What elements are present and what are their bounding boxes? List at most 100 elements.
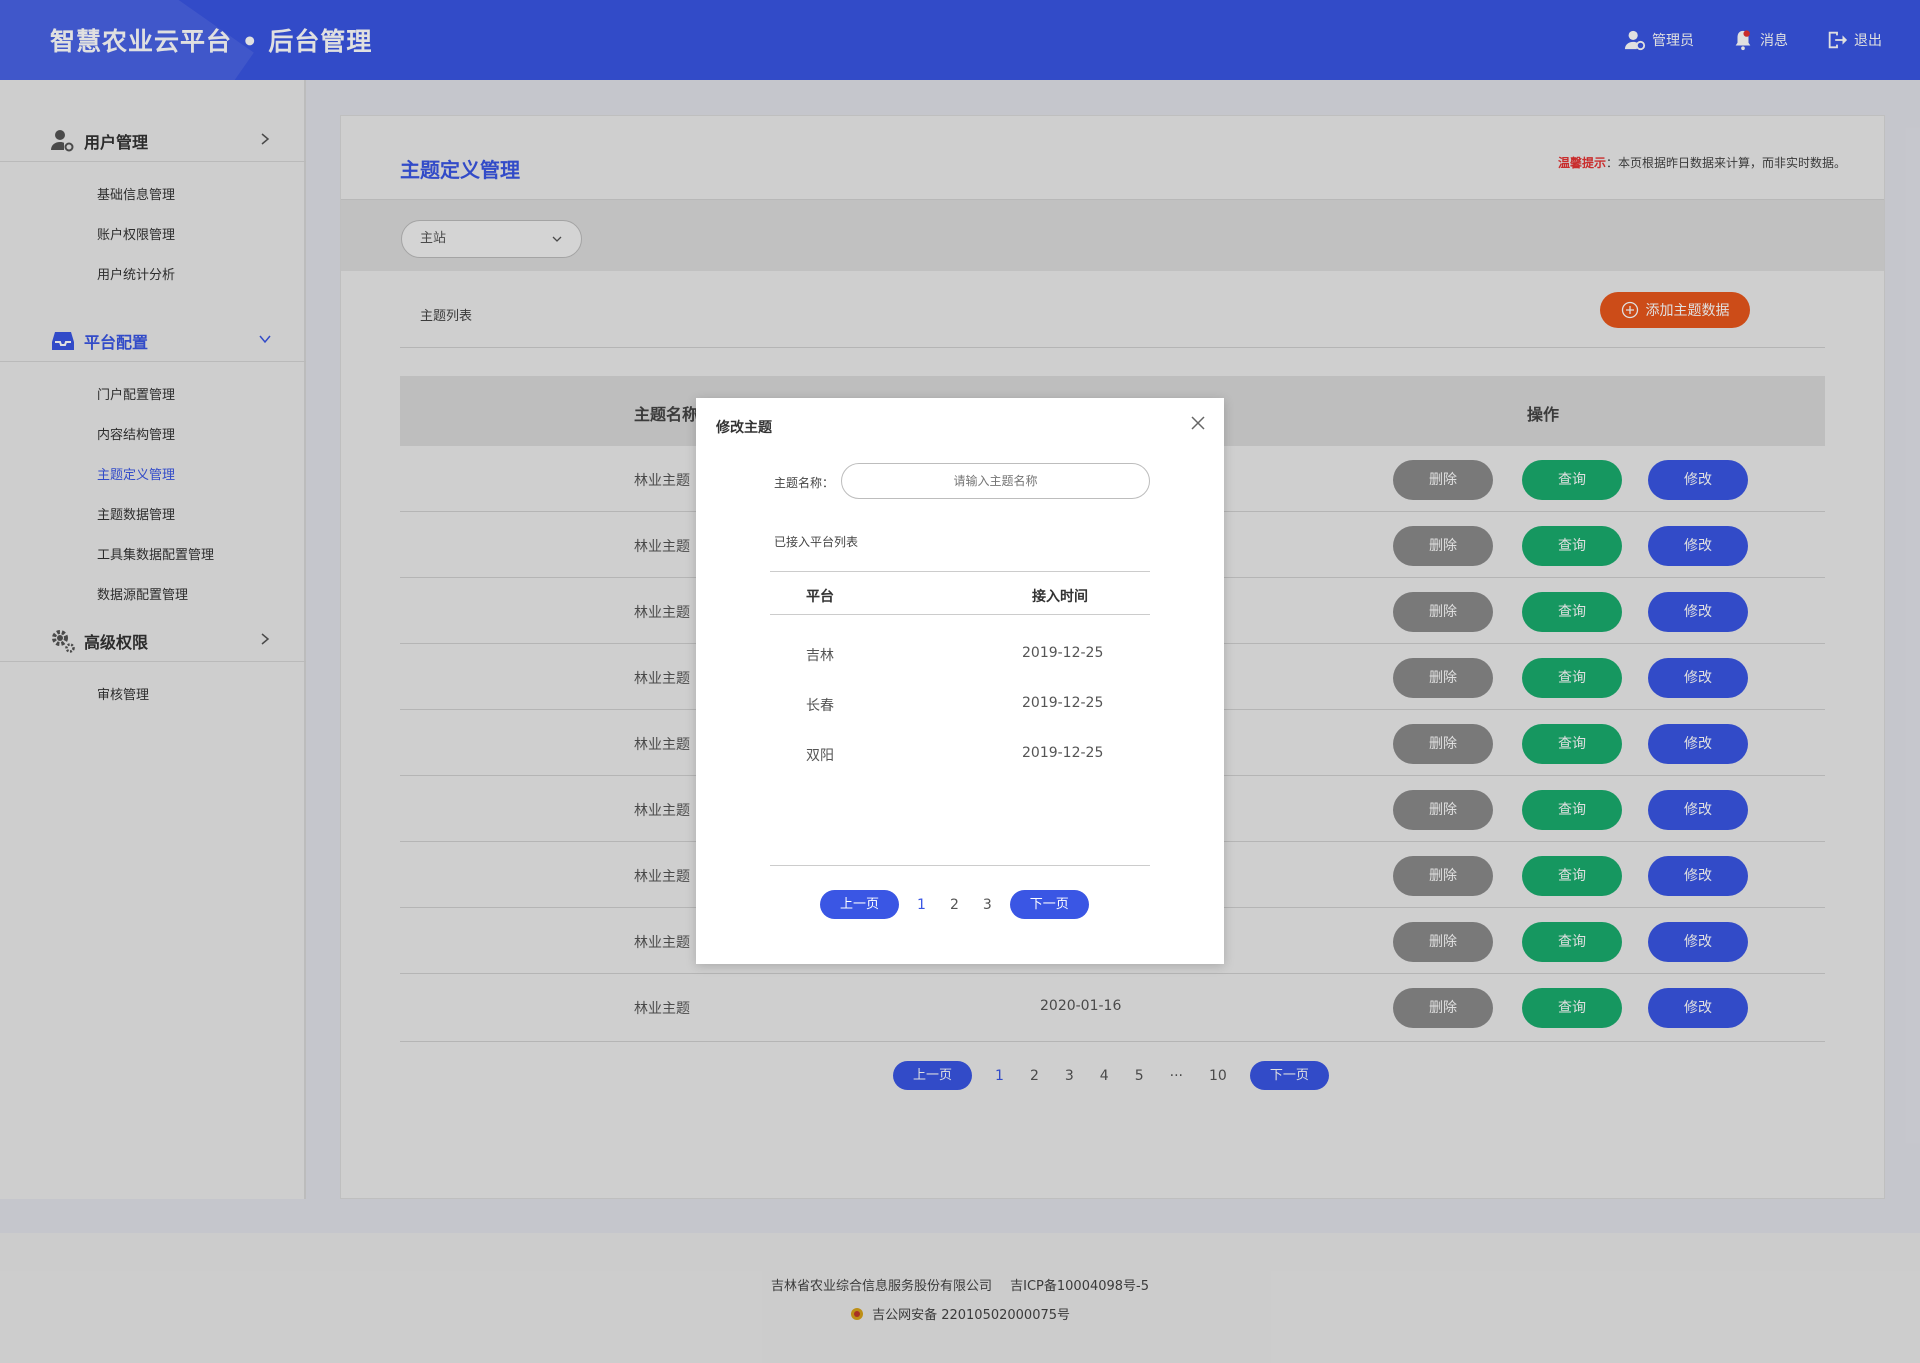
user-gear-icon <box>51 129 74 151</box>
connected-platforms-label: 已接入平台列表 <box>774 535 859 549</box>
footer-icp[interactable]: 吉ICP备10004098号-5 <box>1010 1279 1149 1294</box>
inbox-icon <box>52 331 74 350</box>
modal-page-number[interactable]: 2 <box>950 897 959 913</box>
nav-logout[interactable]: 退出 <box>1826 29 1882 51</box>
page-number[interactable]: 10 <box>1209 1068 1227 1084</box>
query-button[interactable]: 查询 <box>1522 658 1622 698</box>
delete-button[interactable]: 删除 <box>1393 856 1493 896</box>
menu-head-advanced[interactable]: 高级权限 <box>0 620 306 662</box>
topic-name-cell: 林业主题 <box>634 605 690 621</box>
topic-name-input[interactable] <box>841 463 1150 499</box>
topic-name-cell: 林业主题 <box>634 539 690 555</box>
add-topic-button[interactable]: 添加主题数据 <box>1600 292 1750 328</box>
tip-message: ：本页根据昨日数据来计算，而非实时数据。 <box>1605 156 1846 170</box>
page-number[interactable]: 2 <box>1030 1068 1039 1084</box>
query-button[interactable]: 查询 <box>1522 988 1622 1028</box>
list-title: 主题列表 <box>420 309 473 324</box>
topic-name-cell: 林业主题 <box>634 737 690 753</box>
prev-page-button[interactable]: 上一页 <box>893 1061 973 1090</box>
sidebar-item-user-stats[interactable]: 用户统计分析 <box>0 256 306 296</box>
tip-label: 温馨提示 <box>1557 156 1606 170</box>
modal-next-page-button[interactable]: 下一页 <box>1009 890 1089 919</box>
sidebar-item-basic-info[interactable]: 基础信息管理 <box>0 176 306 216</box>
topic-name-cell: 林业主题 <box>634 671 690 687</box>
page-number[interactable]: 3 <box>1065 1068 1074 1084</box>
edit-button[interactable]: 修改 <box>1648 790 1748 830</box>
nav-admin[interactable]: 管理员 <box>1624 29 1694 51</box>
sidebar-item-topic-definition[interactable]: 主题定义管理 <box>0 456 306 496</box>
edit-button[interactable]: 修改 <box>1648 988 1748 1028</box>
add-topic-label: 添加主题数据 <box>1645 303 1730 319</box>
footer-company: 吉林省农业综合信息服务股份有限公司 <box>770 1279 992 1294</box>
menu-head-platform[interactable]: 平台配置 <box>0 320 306 362</box>
delete-button[interactable]: 删除 <box>1393 724 1493 764</box>
page-title: 主题定义管理 <box>400 158 520 182</box>
connect-time-cell: 2019-12-25 <box>1022 645 1104 661</box>
query-button[interactable]: 查询 <box>1522 922 1622 962</box>
query-button[interactable]: 查询 <box>1522 724 1622 764</box>
modal-prev-page-button[interactable]: 上一页 <box>820 890 900 919</box>
modal-page-number[interactable]: 3 <box>983 897 992 913</box>
edit-button[interactable]: 修改 <box>1648 922 1748 962</box>
platform-cell: 吉林 <box>806 648 834 664</box>
platform-table: 平台 接入时间 吉林 2019-12-25 长春 2019-12-25 双阳 2019-1… <box>770 571 1150 779</box>
nav-messages-label: 消息 <box>1760 33 1788 49</box>
edit-button[interactable]: 修改 <box>1648 460 1748 500</box>
edit-button[interactable]: 修改 <box>1648 526 1748 566</box>
edit-topic-modal: 修改主题 主题名称： 已接入平台列表 平台 接入时间 吉林2019-12-25长… <box>696 398 1224 964</box>
modal-page-number[interactable]: 1 <box>917 897 926 913</box>
nav-messages[interactable]: 消息 <box>1732 29 1788 51</box>
query-button[interactable]: 查询 <box>1522 460 1622 500</box>
topic-date-cell: 2020-01-16 <box>1040 998 1122 1014</box>
query-button[interactable]: 查询 <box>1522 526 1622 566</box>
query-button[interactable]: 查询 <box>1522 790 1622 830</box>
edit-button[interactable]: 修改 <box>1648 856 1748 896</box>
topic-name-cell: 林业主题 <box>634 1001 690 1017</box>
delete-button[interactable]: 删除 <box>1393 658 1493 698</box>
menu-head-platform-label: 平台配置 <box>84 332 149 352</box>
site-select[interactable]: 主站 <box>401 220 582 258</box>
topic-name-cell: 林业主题 <box>634 473 690 489</box>
delete-button[interactable]: 删除 <box>1393 526 1493 566</box>
sidebar-item-toolset-config[interactable]: 工具集数据配置管理 <box>0 536 306 576</box>
menu-group-platform: 平台配置 门户配置管理 内容结构管理 主题定义管理 主题数据管理 工具集数据配置… <box>0 320 306 616</box>
delete-button[interactable]: 删除 <box>1393 988 1493 1028</box>
tip-text: 温馨提示：本页根据昨日数据来计算，而非实时数据。 <box>1558 154 1846 171</box>
delete-button[interactable]: 删除 <box>1393 592 1493 632</box>
footer-police[interactable]: 吉公网安备 22010502000075号 <box>872 1308 1070 1323</box>
menu-group-advanced: 高级权限 审核管理 <box>0 620 306 716</box>
page-number[interactable]: 5 <box>1135 1068 1144 1084</box>
th-connect-time: 接入时间 <box>1032 589 1088 605</box>
delete-button[interactable]: 删除 <box>1393 922 1493 962</box>
list-header: 主题列表 添加主题数据 <box>400 271 1825 348</box>
menu-head-user[interactable]: 用户管理 <box>0 120 306 162</box>
edit-button[interactable]: 修改 <box>1648 724 1748 764</box>
sidebar-item-account-permission[interactable]: 账户权限管理 <box>0 216 306 256</box>
platform-cell: 双阳 <box>806 748 834 764</box>
edit-button[interactable]: 修改 <box>1648 592 1748 632</box>
sidebar-item-content-structure[interactable]: 内容结构管理 <box>0 416 306 456</box>
sidebar-item-review[interactable]: 审核管理 <box>0 676 306 716</box>
topic-name-cell: 林业主题 <box>634 869 690 885</box>
query-button[interactable]: 查询 <box>1522 856 1622 896</box>
modal-pager: 上一页 1 2 3 下一页 <box>820 890 1089 919</box>
menu-group-user: 用户管理 基础信息管理 账户权限管理 用户统计分析 <box>0 120 306 296</box>
sidebar-item-datasource-config[interactable]: 数据源配置管理 <box>0 576 306 616</box>
delete-button[interactable]: 删除 <box>1393 460 1493 500</box>
edit-button[interactable]: 修改 <box>1648 658 1748 698</box>
delete-button[interactable]: 删除 <box>1393 790 1493 830</box>
page-number[interactable]: 4 <box>1100 1068 1109 1084</box>
page-number: ··· <box>1169 1067 1183 1084</box>
close-icon[interactable] <box>1190 415 1206 431</box>
th-topic-name: 主题名称 <box>634 405 699 424</box>
modal-title: 修改主题 <box>716 420 772 436</box>
query-button[interactable]: 查询 <box>1522 592 1622 632</box>
topic-name-label: 主题名称： <box>774 476 835 490</box>
platform-cell: 长春 <box>806 698 834 714</box>
police-badge-icon <box>850 1308 863 1320</box>
sidebar-item-portal-config[interactable]: 门户配置管理 <box>0 376 306 416</box>
page-number[interactable]: 1 <box>995 1068 1004 1084</box>
top-header: 智慧农业云平台 • 后台管理 管理员 消息 退出 <box>0 0 1920 80</box>
next-page-button[interactable]: 下一页 <box>1249 1061 1329 1090</box>
sidebar-item-topic-data[interactable]: 主题数据管理 <box>0 496 306 536</box>
